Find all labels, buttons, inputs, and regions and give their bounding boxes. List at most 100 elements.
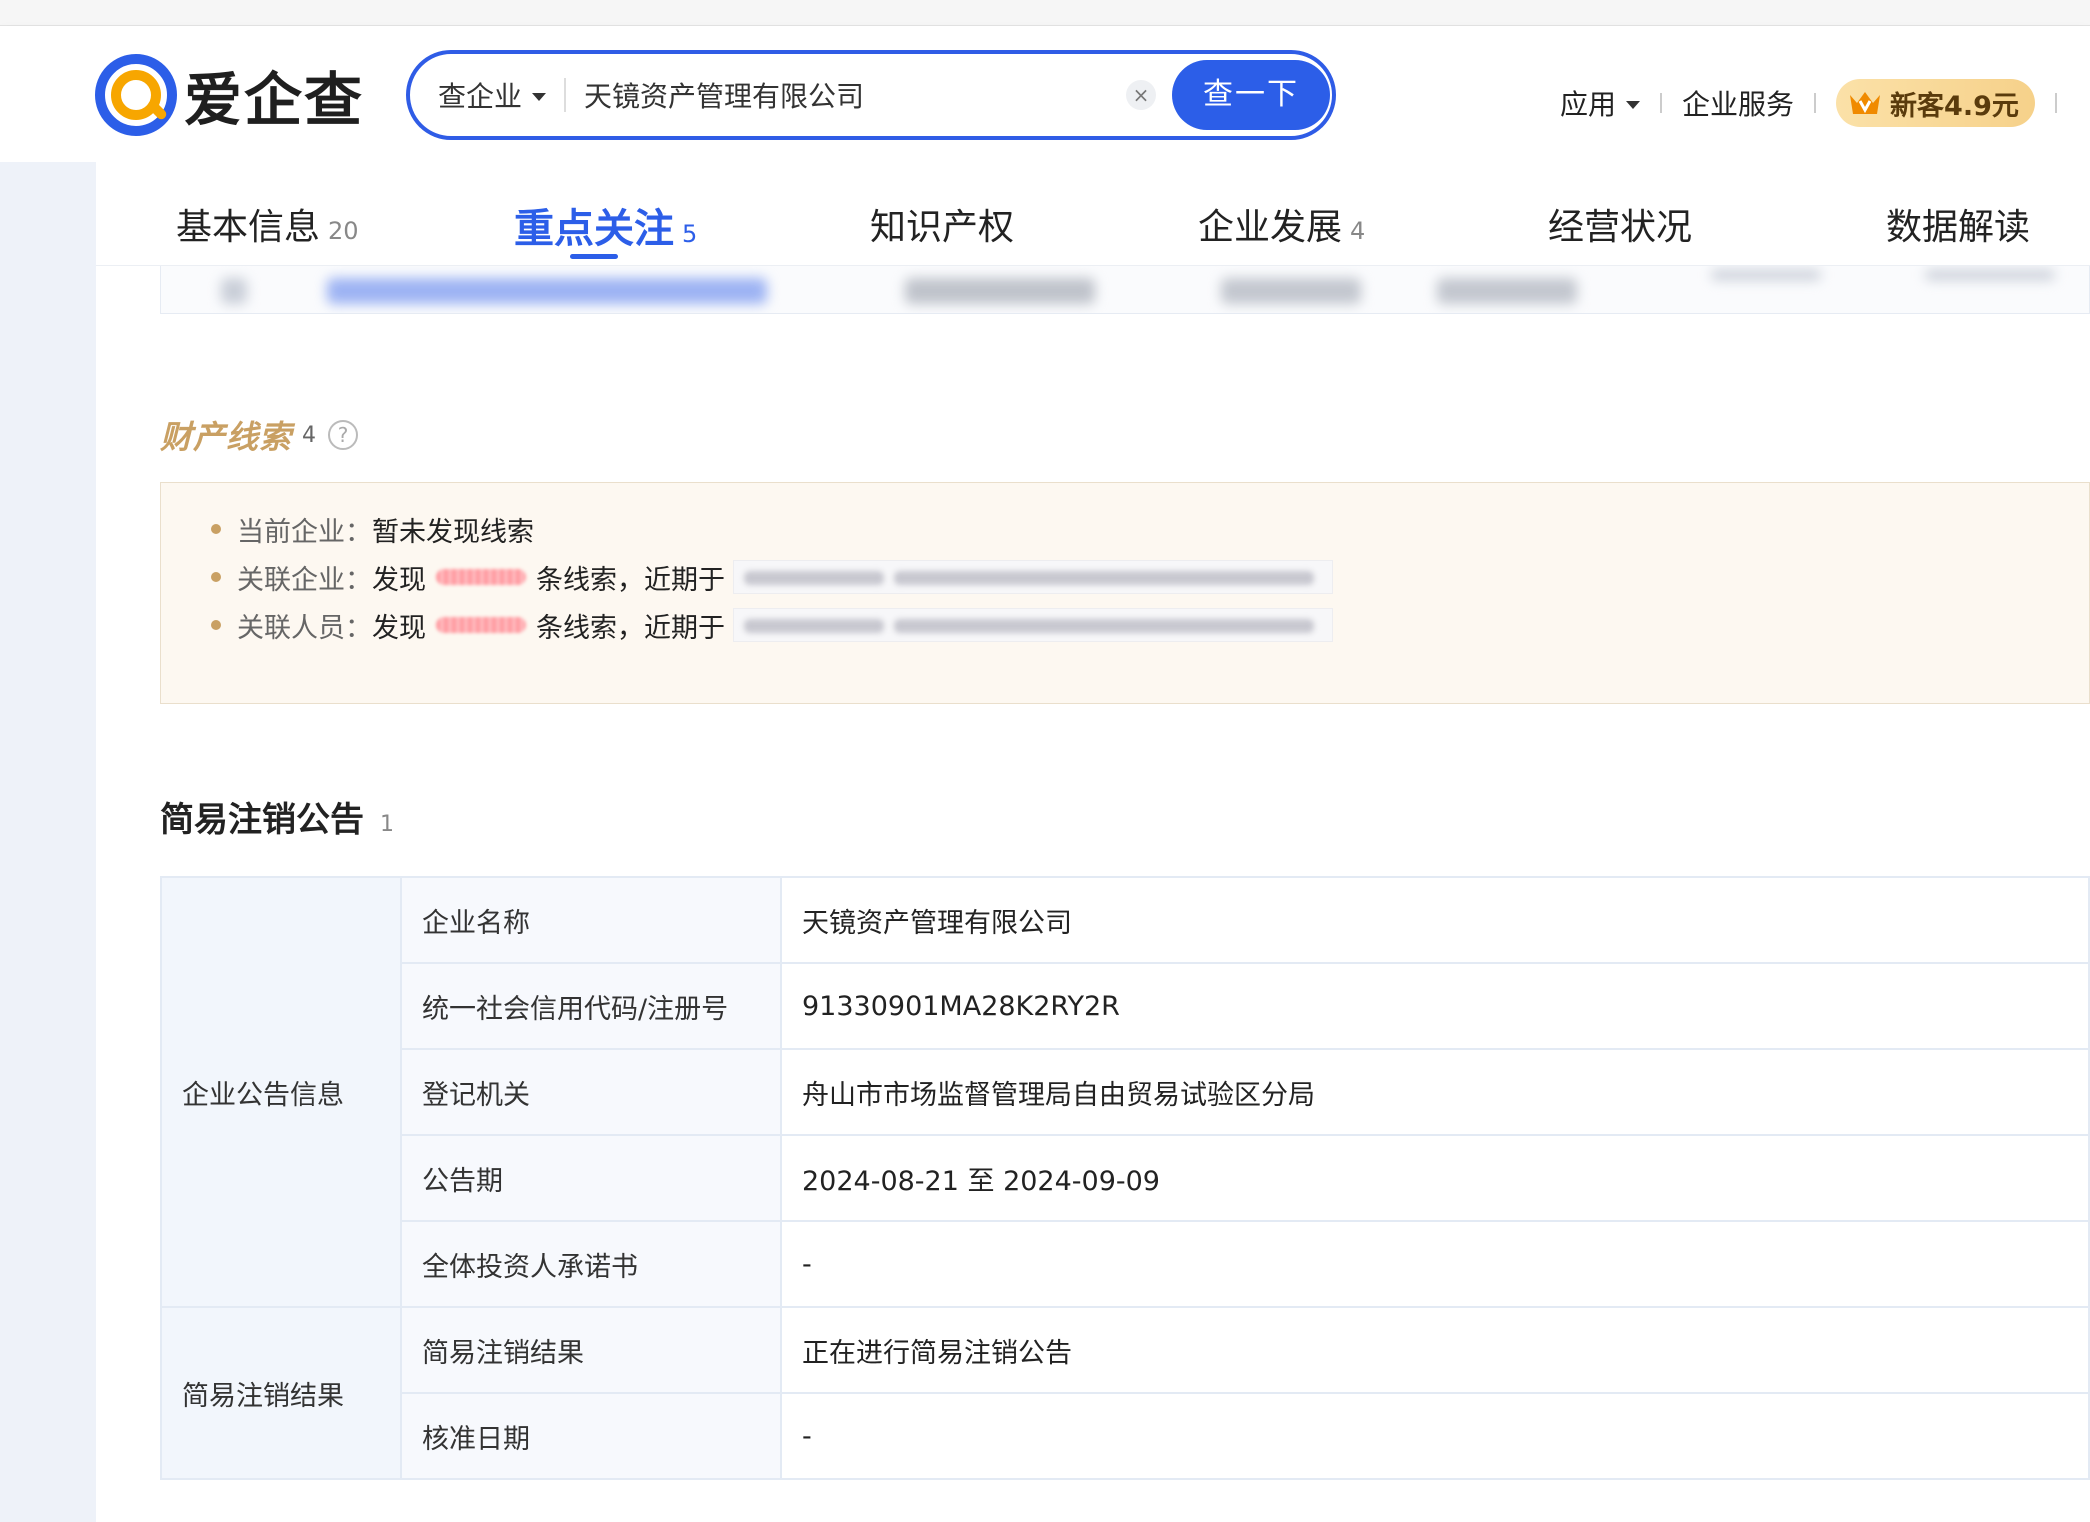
asset-line-prefix: 发现	[372, 612, 426, 644]
tab-label: 数据解读	[1886, 207, 2031, 248]
asset-line-value: 暂未发现线索	[372, 516, 534, 548]
asset-line-suffix: 条线索，近期于	[536, 564, 725, 596]
field-cell: 简易注销结果	[400, 1306, 782, 1394]
table-row: 登记机关 舟山市市场监督管理局自由贸易试验区分局	[161, 1048, 2090, 1136]
browser-top-strip	[0, 0, 2090, 26]
masked-count	[436, 569, 526, 585]
value-cell: 91330901MA28K2RY2R	[780, 962, 2090, 1050]
field-cell: 企业名称	[400, 876, 782, 964]
tab-operations[interactable]: 经营状况	[1548, 198, 1692, 250]
blurred-cell	[327, 278, 767, 304]
clear-icon[interactable]: ×	[1126, 80, 1156, 110]
simple-cancellation-heading: 简易注销公告 1	[160, 792, 394, 841]
tab-intellectual-property[interactable]: 知识产权	[870, 198, 1014, 250]
value-cell: 2024-08-21 至 2024-09-09	[780, 1134, 2090, 1222]
table-row: 统一社会信用代码/注册号 91330901MA28K2RY2R	[161, 962, 2090, 1050]
search-divider	[564, 78, 566, 112]
blurred-cell	[1221, 278, 1361, 304]
blurred-cell	[1711, 270, 1821, 280]
nav-divider	[1660, 93, 1663, 113]
asset-line-prefix: 发现	[372, 564, 426, 596]
asset-clues-panel: 当前企业： 暂未发现线索 关联企业： 发现 条线索，近期于 关联人员： 发现 条…	[160, 482, 2090, 704]
asset-line-related-company[interactable]: 关联企业： 发现 条线索，近期于	[211, 557, 1333, 597]
group-cell: 企业公告信息	[160, 876, 402, 1308]
tab-development[interactable]: 企业发展 4	[1198, 198, 1365, 250]
services-label: 企业服务	[1682, 88, 1795, 121]
nav-divider	[1814, 93, 1817, 113]
value-cell: 正在进行简易注销公告	[780, 1306, 2090, 1394]
active-tab-indicator	[570, 254, 618, 259]
tab-label: 重点关注	[514, 206, 674, 252]
tab-label: 企业发展	[1198, 207, 1343, 248]
field-cell: 核准日期	[400, 1392, 782, 1480]
tab-label: 经营状况	[1548, 207, 1693, 248]
nav-divider	[2054, 93, 2057, 113]
field-cell: 公告期	[400, 1134, 782, 1222]
simple-cancellation-title: 简易注销公告	[160, 800, 364, 840]
blurred-cell	[1437, 278, 1577, 304]
group-cell: 简易注销结果	[160, 1306, 402, 1480]
tab-key-concerns[interactable]: 重点关注 5	[514, 196, 697, 254]
chevron-down-icon	[532, 93, 547, 101]
field-cell: 全体投资人承诺书	[400, 1220, 782, 1308]
masked-detail	[733, 608, 1333, 642]
asset-line-suffix: 条线索，近期于	[536, 612, 725, 644]
table-row: 全体投资人承诺书 -	[161, 1220, 2090, 1308]
asset-line-label: 关联人员：	[237, 612, 372, 644]
asset-clues-title: 财产线索	[160, 418, 293, 456]
value-cell: 舟山市市场监督管理局自由贸易试验区分局	[780, 1048, 2090, 1136]
asset-line-current: 当前企业： 暂未发现线索	[211, 509, 534, 549]
search-type-select[interactable]: 查企业	[438, 54, 547, 136]
logo-q-icon	[95, 54, 177, 136]
header-nav: 应用 企业服务 新客4.9元	[1560, 78, 2077, 128]
masked-count	[436, 617, 526, 633]
asset-line-related-person[interactable]: 关联人员： 发现 条线索，近期于	[211, 605, 1333, 645]
table-row: 公告期 2024-08-21 至 2024-09-09	[161, 1134, 2090, 1222]
masked-detail	[733, 560, 1333, 594]
field-cell: 登记机关	[400, 1048, 782, 1136]
tab-count: 5	[682, 220, 698, 248]
tab-label: 知识产权	[870, 207, 1015, 248]
tab-data-insights[interactable]: 数据解读	[1886, 198, 2030, 250]
table-row: 企业公告信息 企业名称 天镜资产管理有限公司	[160, 876, 2090, 1308]
section-tabs: 基本信息 20 重点关注 5 知识产权 企业发展 4 经营状况 数据解读	[96, 162, 2090, 266]
asset-line-label: 当前企业：	[237, 516, 372, 548]
logo-text: 爱企查	[184, 66, 365, 134]
search-input[interactable]	[584, 54, 1124, 136]
tab-count: 20	[328, 217, 359, 245]
tab-basic-info[interactable]: 基本信息 20	[176, 198, 359, 250]
bullet-icon	[211, 524, 221, 534]
blurred-cell	[221, 278, 247, 304]
blurred-table-row	[160, 266, 2090, 314]
asset-clues-heading: 财产线索 4 ?	[160, 412, 359, 458]
tab-count: 4	[1350, 217, 1366, 245]
blurred-cell	[1925, 270, 2055, 280]
crown-icon	[1850, 92, 1881, 114]
bullet-icon	[211, 620, 221, 630]
apps-menu[interactable]: 应用	[1560, 83, 1641, 123]
simple-cancellation-table: 企业公告信息 企业名称 天镜资产管理有限公司 统一社会信用代码/注册号 9133…	[160, 876, 2090, 1480]
field-cell: 统一社会信用代码/注册号	[400, 962, 782, 1050]
tab-label: 基本信息	[176, 207, 321, 248]
asset-clues-count: 4	[302, 422, 317, 448]
services-link[interactable]: 企业服务	[1682, 83, 1794, 123]
table-row: 简易注销结果 简易注销结果 正在进行简易注销公告	[160, 1306, 2090, 1480]
value-cell: 天镜资产管理有限公司	[780, 876, 2090, 964]
table-row: 核准日期 -	[161, 1392, 2090, 1480]
site-header: 爱企查 查企业 × 查一下 应用 企业服务 新客4.9元	[0, 26, 2090, 162]
logo[interactable]: 爱企查	[94, 50, 384, 140]
value-cell: -	[780, 1220, 2090, 1308]
main-content: 基本信息 20 重点关注 5 知识产权 企业发展 4 经营状况 数据解读 财产线…	[96, 162, 2090, 1522]
blurred-cell	[905, 278, 1095, 304]
left-gutter	[0, 162, 96, 1522]
value-cell: -	[780, 1392, 2090, 1480]
help-icon[interactable]: ?	[328, 420, 359, 450]
bullet-icon	[211, 572, 221, 582]
simple-cancellation-count: 1	[380, 812, 394, 837]
apps-label: 应用	[1560, 88, 1617, 121]
search-button[interactable]: 查一下	[1172, 60, 1330, 130]
search-bar: 查企业 × 查一下	[406, 50, 1336, 140]
vip-label: 新客4.9元	[1890, 90, 2019, 122]
search-type-label: 查企业	[438, 80, 523, 113]
vip-promo-button[interactable]: 新客4.9元	[1836, 79, 2035, 127]
